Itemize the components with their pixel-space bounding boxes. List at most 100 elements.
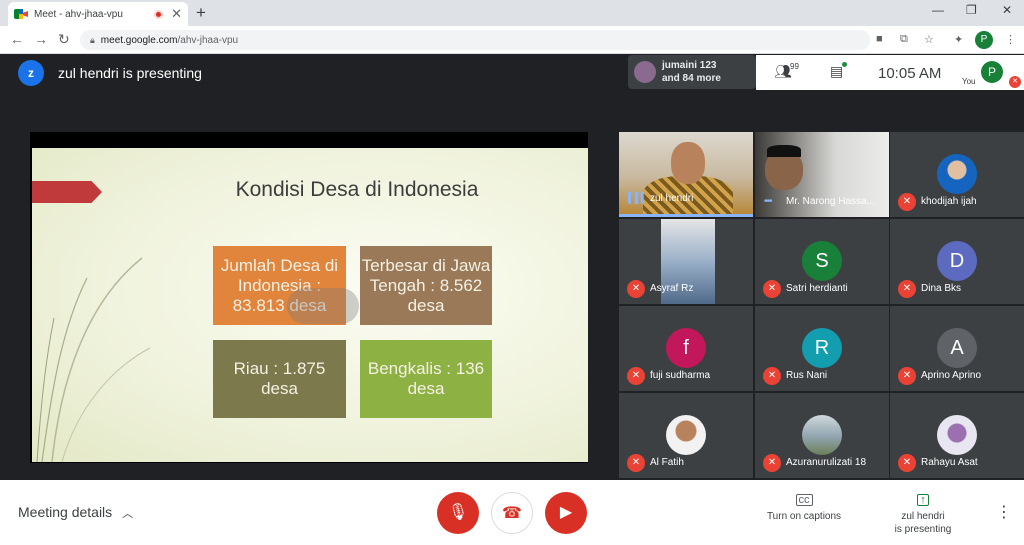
meeting-details-button[interactable]: Meeting details ︿: [18, 504, 133, 521]
url-path: /ahv-jhaa-vpu: [177, 34, 239, 46]
presenter-header: z zul hendri is presenting: [18, 60, 202, 86]
participant-name: khodijah ijah: [921, 196, 977, 207]
slide-box-riau: Riau : 1.875 desa: [213, 340, 346, 418]
present-screen-icon: ↑: [917, 494, 929, 506]
browser-tab[interactable]: Meet - ahv-jhaa-vpu ✕: [8, 2, 188, 26]
mic-off-icon: ✕: [898, 280, 916, 298]
participant-name: Mr. Narong Hassa...: [786, 196, 875, 207]
mic-off-icon: ✕: [898, 454, 916, 472]
camera-in-use-icon[interactable]: ■: [876, 33, 883, 45]
participant-photo: [937, 415, 977, 455]
browser-menu-icon[interactable]: ⋮: [1005, 33, 1016, 46]
self-mic-off-icon: ✕: [1009, 76, 1021, 88]
mic-off-icon: ✕: [627, 454, 645, 472]
extensions-icon[interactable]: ✦: [954, 33, 963, 46]
presentation-slide: Kondisi Desa di Indonesia Jumlah Desa di…: [32, 148, 588, 462]
chat-unread-dot: [842, 62, 847, 67]
participant-name: Al Fatih: [650, 457, 684, 468]
participant-name: Aprino Aprino: [921, 370, 982, 381]
url-bar[interactable]: 🔒︎ meet.google.com/ahv-jhaa-vpu: [80, 30, 870, 50]
chat-preview-more: and 84 more: [662, 73, 721, 84]
participant-avatar: A: [937, 328, 977, 368]
participant-photo: [937, 154, 977, 194]
leave-call-button[interactable]: ☎︎: [491, 492, 533, 534]
slide-title: Kondisi Desa di Indonesia: [235, 178, 479, 201]
mic-off-icon: 🎙︎: [447, 504, 469, 521]
recording-indicator-icon: [154, 9, 164, 19]
participant-tile[interactable]: S ✕ Satri herdianti: [755, 219, 889, 304]
self-label: You: [962, 77, 976, 86]
participant-count: 99: [790, 62, 799, 71]
participant-tile[interactable]: ••• Mr. Narong Hassa...: [755, 132, 889, 217]
participant-tile[interactable]: ✕ Azuranurulizati 18: [755, 393, 889, 478]
tab-close-icon[interactable]: ✕: [171, 6, 182, 22]
address-toolbar: ← → ↻ 🔒︎ meet.google.com/ahv-jhaa-vpu ■ …: [0, 26, 1024, 54]
presenter-avatar: z: [18, 60, 44, 86]
tab-title: Meet - ahv-jhaa-vpu: [34, 8, 123, 20]
close-window-button[interactable]: ✕: [1002, 3, 1012, 17]
participant-tile[interactable]: D ✕ Dina Bks: [890, 219, 1024, 304]
mic-off-icon: ✕: [898, 193, 916, 211]
participant-avatar: D: [937, 241, 977, 281]
mic-toggle-button[interactable]: 🎙︎: [437, 492, 479, 534]
participant-name: Satri herdianti: [786, 283, 848, 294]
presenting-line2: is presenting: [894, 524, 952, 535]
camera-off-icon: ▶︎: [559, 504, 573, 521]
participant-tile[interactable]: ✕ khodijah ijah: [890, 132, 1024, 217]
mic-off-icon: ✕: [898, 367, 916, 385]
mic-off-icon: ✕: [627, 367, 645, 385]
profile-avatar[interactable]: P: [975, 31, 993, 49]
browser-tab-bar: Meet - ahv-jhaa-vpu ✕ + — ❐ ✕: [0, 0, 1024, 26]
chat-preview[interactable]: jumaini 123 and 84 more: [628, 55, 756, 89]
participant-avatar: S: [802, 241, 842, 281]
mic-off-icon: ✕: [763, 454, 781, 472]
audio-dots-icon: •••: [764, 196, 772, 207]
captions-label: Turn on captions: [766, 511, 842, 522]
participant-name: Dina Bks: [921, 283, 962, 294]
meeting-details-label: Meeting details: [18, 504, 113, 520]
camera-toggle-button[interactable]: ▶︎: [545, 492, 587, 534]
bookmark-star-icon[interactable]: ☆: [924, 33, 934, 46]
chat-preview-name: jumaini 123: [662, 60, 717, 71]
mic-off-icon: ✕: [763, 280, 781, 298]
slide-box-bengkalis: Bengkalis : 136 desa: [360, 340, 492, 418]
participant-name: fuji sudharma: [650, 370, 711, 381]
meet-favicon-icon: [14, 9, 28, 19]
bottom-bar: Meeting details ︿ 🎙︎ ☎︎ ▶︎ cc Turn on cap…: [0, 480, 1024, 545]
self-avatar: P: [981, 61, 1003, 83]
participant-tile[interactable]: ✕ Asyraf Rz: [619, 219, 753, 304]
chat-avatar: [634, 61, 656, 83]
reload-icon[interactable]: ↻: [58, 31, 70, 48]
captions-button[interactable]: cc Turn on captions: [763, 494, 845, 523]
new-tab-button[interactable]: +: [196, 3, 206, 23]
participant-tile[interactable]: ✕ Rahayu Asat: [890, 393, 1024, 478]
slide-box-jawa-tengah: Terbesar di Jawa Tengah : 8.562 desa: [360, 246, 492, 325]
participant-tile[interactable]: A ✕ Aprino Aprino: [890, 306, 1024, 391]
participant-tile[interactable]: ✕ Al Fatih: [619, 393, 753, 478]
clock: 10:05 AM: [878, 65, 942, 82]
more-options-icon[interactable]: ⋮: [996, 502, 1012, 522]
participant-photo: [802, 415, 842, 455]
participant-tile[interactable]: R ✕ Rus Nani: [755, 306, 889, 391]
chevron-up-icon: ︿: [122, 508, 134, 520]
participant-photo: [666, 415, 706, 455]
presenting-line1: zul hendri: [901, 511, 945, 522]
translate-icon[interactable]: ⧉: [900, 33, 908, 46]
top-right-panel: 👥︎ 99 ▤ 10:05 AM P You ✕: [756, 55, 1024, 90]
lock-icon: 🔒︎: [90, 34, 95, 45]
participant-tile[interactable]: ▍▌▍ zul hendri: [619, 132, 753, 217]
participant-name: Rahayu Asat: [921, 457, 978, 468]
back-icon[interactable]: ←: [10, 31, 24, 47]
participant-avatar: f: [666, 328, 706, 368]
slide-ribbon: [32, 181, 102, 203]
maximize-button[interactable]: ❐: [966, 3, 977, 17]
minimize-button[interactable]: —: [932, 3, 944, 17]
participant-avatar: R: [802, 328, 842, 368]
hang-up-icon: ☎︎: [502, 505, 522, 522]
forward-icon[interactable]: →: [34, 31, 48, 47]
participant-name: Asyraf Rz: [650, 283, 694, 294]
mic-off-icon: ✕: [627, 280, 645, 298]
participant-tile[interactable]: f ✕ fuji sudharma: [619, 306, 753, 391]
presenting-button[interactable]: ↑ zul hendri is presenting: [888, 494, 958, 536]
speaking-indicator-icon: ▍▌▍: [628, 193, 648, 204]
